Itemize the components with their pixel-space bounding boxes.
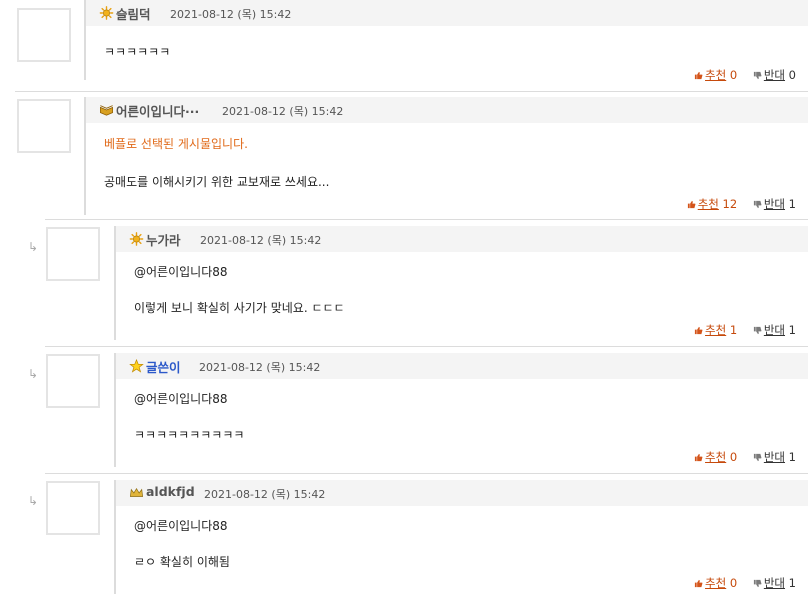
- comment-date: 2021-08-12 (목) 15:42: [199, 361, 321, 374]
- comment-header: aldkfjd 2021-08-12 (목) 15:42: [116, 480, 808, 506]
- nickname[interactable]: aldkfjd: [146, 484, 195, 499]
- recommend-count: 12: [722, 197, 738, 211]
- best-comment-notice: 베플로 선택된 게시물입니다.: [104, 137, 248, 151]
- recommend-button[interactable]: 추천: [705, 323, 726, 337]
- oppose-count: 0: [788, 68, 796, 82]
- comment-item: 어른이입니다··· 2021-08-12 (목) 15:42 베플로 선택된 게…: [0, 92, 808, 220]
- reply-arrow-icon: ↳: [28, 240, 39, 254]
- vote-area: 추천 1 반대 1: [694, 322, 796, 338]
- comment-item: ↳ 누가라 2021-08-12 (목) 15:42 @어른이입니다88 이렇게…: [0, 220, 808, 346]
- avatar[interactable]: [17, 8, 71, 62]
- comment-mention: @어른이입니다88: [134, 265, 228, 279]
- avatar[interactable]: [46, 481, 100, 535]
- nickname[interactable]: 누가라: [146, 230, 181, 249]
- nickname[interactable]: 슬림덕: [116, 4, 151, 23]
- recommend-button[interactable]: 추천: [705, 450, 726, 464]
- sun-badge-icon: [99, 6, 114, 20]
- comment-header: 슬림덕 2021-08-12 (목) 15:42: [86, 0, 808, 26]
- vote-area: 추천 0 반대 1: [694, 575, 796, 591]
- sun-badge-icon: [129, 232, 144, 246]
- avatar[interactable]: [17, 99, 71, 153]
- oppose-button[interactable]: 반대: [764, 450, 785, 464]
- thumbs-down-icon: [753, 200, 762, 209]
- comment-text: ㅋㅋㅋㅋㅋㅋ: [104, 45, 171, 59]
- thumbs-down-icon: [753, 71, 762, 80]
- thumbs-up-icon: [687, 200, 696, 209]
- thumbs-down-icon: [753, 453, 762, 462]
- crown-badge-icon: [129, 486, 144, 500]
- recommend-count: 1: [729, 323, 738, 337]
- comment-item: ↳ aldkfjd 2021-08-12 (목) 15:42 @어른이입니다88…: [0, 474, 808, 599]
- thumbs-down-icon: [753, 579, 762, 588]
- comment-mention: @어른이입니다88: [134, 519, 228, 533]
- thumbs-up-icon: [694, 71, 703, 80]
- recommend-count: 0: [729, 68, 738, 82]
- comment-header: 어른이입니다··· 2021-08-12 (목) 15:42: [86, 97, 808, 123]
- oppose-count: 1: [788, 197, 796, 211]
- comment-date: 2021-08-12 (목) 15:42: [170, 8, 292, 21]
- thumbs-up-icon: [694, 326, 703, 335]
- nickname[interactable]: 어른이입니다···: [116, 101, 199, 120]
- recommend-count: 0: [729, 450, 738, 464]
- recommend-button[interactable]: 추천: [705, 576, 726, 590]
- reply-arrow-icon: ↳: [28, 367, 39, 381]
- comment-date: 2021-08-12 (목) 15:42: [222, 105, 344, 118]
- avatar[interactable]: [46, 354, 100, 408]
- avatar[interactable]: [46, 227, 100, 281]
- oppose-button[interactable]: 반대: [764, 197, 785, 211]
- vote-area: 추천 12 반대 1: [687, 196, 796, 212]
- comment-item: ↳ 글쓴이 2021-08-12 (목) 15:42 @어른이입니다88 ㅋㅋㅋ…: [0, 347, 808, 473]
- star-badge-icon: [129, 359, 144, 373]
- comment-item: 슬림덕 2021-08-12 (목) 15:42 ㅋㅋㅋㅋㅋㅋ 추천 0 반대 …: [0, 0, 808, 92]
- oppose-button[interactable]: 반대: [764, 68, 785, 82]
- comment-date: 2021-08-12 (목) 15:42: [200, 234, 322, 247]
- recommend-count: 0: [729, 576, 738, 590]
- comment-text: 이렇게 보니 확실히 사기가 맞네요. ㄷㄷㄷ: [134, 301, 345, 315]
- oppose-count: 1: [788, 450, 796, 464]
- vote-area: 추천 0 반대 1: [694, 449, 796, 465]
- comment-text: ㅋㅋㅋㅋㅋㅋㅋㅋㅋㅋ: [134, 428, 245, 442]
- thumbs-up-icon: [694, 453, 703, 462]
- vote-area: 추천 0 반대 0: [694, 67, 796, 83]
- comment-text: 공매도를 이해시키기 위한 교보재로 쓰세요...: [104, 175, 330, 189]
- oppose-count: 1: [788, 323, 796, 337]
- oppose-count: 1: [788, 576, 796, 590]
- book-badge-icon: [99, 103, 114, 117]
- comment-date: 2021-08-12 (목) 15:42: [204, 488, 326, 501]
- thumbs-down-icon: [753, 326, 762, 335]
- thumbs-up-icon: [694, 579, 703, 588]
- recommend-button[interactable]: 추천: [705, 68, 726, 82]
- comment-header: 누가라 2021-08-12 (목) 15:42: [116, 226, 808, 252]
- recommend-button[interactable]: 추천: [698, 197, 719, 211]
- comment-header: 글쓴이 2021-08-12 (목) 15:42: [116, 353, 808, 379]
- comment-text: ㄹㅇ 확실히 이해됨: [134, 555, 230, 569]
- comment-mention: @어른이입니다88: [134, 392, 228, 406]
- oppose-button[interactable]: 반대: [764, 576, 785, 590]
- reply-arrow-icon: ↳: [28, 494, 39, 508]
- nickname[interactable]: 글쓴이: [146, 357, 181, 376]
- oppose-button[interactable]: 반대: [764, 323, 785, 337]
